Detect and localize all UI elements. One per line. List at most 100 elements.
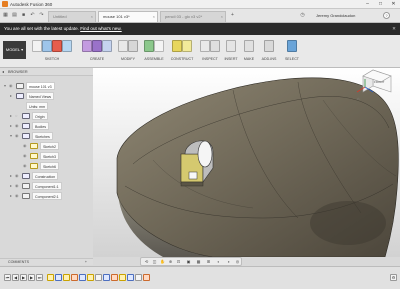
create-group[interactable]: CREATE	[80, 38, 114, 66]
maximize-icon[interactable]: □	[374, 0, 387, 9]
new-component-icon[interactable]	[144, 40, 154, 52]
visibility-icon[interactable]: ◉	[9, 83, 15, 89]
fit-icon[interactable]: ⊡	[175, 259, 182, 265]
undo-icon[interactable]: ↶	[29, 12, 36, 19]
viewports-icon[interactable]: ⊞	[205, 259, 212, 265]
timeline-extrude-feature[interactable]	[127, 274, 134, 281]
orbit-icon[interactable]: ⟲	[143, 259, 150, 265]
assemble-group[interactable]: ASSEMBLE	[142, 38, 166, 66]
box-icon[interactable]	[82, 40, 92, 52]
timeline-form-feature[interactable]	[79, 274, 86, 281]
modify-group[interactable]: MODIFY	[116, 38, 140, 66]
extrude-icon[interactable]	[92, 40, 102, 52]
timeline-shell-feature[interactable]	[111, 274, 118, 281]
grid-settings-icon[interactable]: ▦	[195, 259, 202, 265]
group-label: MAKE	[243, 57, 255, 61]
insert-icon[interactable]	[226, 40, 236, 52]
workspace-switcher[interactable]: MODEL ▾	[3, 41, 26, 59]
visibility-icon[interactable]: ◉	[15, 173, 21, 179]
interference-icon[interactable]	[210, 40, 220, 52]
tab-close-icon[interactable]: ×	[91, 12, 93, 22]
rectangle-icon[interactable]	[62, 40, 72, 52]
browser-tree: ▾ ◉ mouse 101 v3 ▸ Named Views Units: mm…	[0, 76, 93, 204]
expand-arrow-icon[interactable]: ▸	[10, 93, 15, 99]
tab-mouse[interactable]: mouse 101 v3* ×	[98, 11, 158, 22]
plane-icon[interactable]	[182, 40, 192, 52]
whats-new-link[interactable]: Find out what's new.	[80, 26, 121, 31]
visibility-icon[interactable]: ◉	[23, 163, 29, 169]
joint-icon[interactable]	[154, 40, 164, 52]
tab-pencil[interactable]: pencil 03 - glo v3 v2* ×	[160, 11, 226, 22]
pattern-icon[interactable]	[102, 40, 112, 52]
display-settings-icon[interactable]: ▣	[185, 259, 192, 265]
sketch-group[interactable]: SKETCH	[30, 38, 74, 66]
timeline-sketch-feature[interactable]	[63, 274, 70, 281]
select-icon[interactable]	[287, 40, 297, 52]
stop-sketch-icon[interactable]	[52, 40, 62, 52]
minimize-icon[interactable]: –	[361, 0, 374, 9]
timeline-sketch-feature[interactable]	[87, 274, 94, 281]
environment-icon[interactable]: ◐	[215, 259, 222, 265]
make-group[interactable]: MAKE	[242, 38, 256, 66]
object-visibility-icon[interactable]: ◎	[234, 259, 241, 265]
visibility-icon[interactable]: ◉	[23, 153, 29, 159]
insert-group[interactable]: INSERT	[224, 38, 238, 66]
save-icon[interactable]: ■	[20, 12, 27, 19]
timeline-sketch-feature[interactable]	[47, 274, 54, 281]
comments-panel[interactable]: COMMENTS +	[0, 258, 93, 265]
banner-close-icon[interactable]: ✕	[392, 23, 396, 35]
inspect-group[interactable]: INSPECT	[198, 38, 222, 66]
visibility-icon[interactable]: ◉	[15, 133, 21, 139]
sketch-icon[interactable]	[32, 40, 42, 52]
visibility-icon[interactable]: ◉	[15, 123, 21, 129]
timeline-sketch-feature[interactable]	[119, 274, 126, 281]
look-at-icon[interactable]: ◫	[151, 259, 158, 265]
job-status-icon[interactable]: ◷	[299, 12, 306, 19]
timeline-extrude-feature[interactable]	[55, 274, 62, 281]
timeline-fillet-feature[interactable]	[143, 274, 150, 281]
3d-print-icon[interactable]	[244, 40, 254, 52]
help-icon[interactable]: ?	[383, 12, 390, 19]
close-icon[interactable]: ✕	[387, 0, 400, 9]
select-group[interactable]: SELECT	[284, 38, 300, 66]
redo-icon[interactable]: ↷	[38, 12, 45, 19]
tab-close-icon[interactable]: ×	[153, 12, 155, 22]
measure-icon[interactable]	[200, 40, 210, 52]
browser-header[interactable]: ◂ BROWSER	[0, 68, 93, 76]
file-menu-icon[interactable]: ▤	[11, 12, 18, 19]
collapse-arrow-icon[interactable]: ◂	[2, 68, 4, 76]
line-icon[interactable]	[42, 40, 52, 52]
timeline-component-feature[interactable]	[95, 274, 102, 281]
add-comment-icon[interactable]: +	[85, 259, 87, 266]
tab-untitled[interactable]: Untitled ×	[48, 11, 96, 22]
visibility-icon[interactable]: ◉	[15, 183, 21, 189]
new-tab-icon[interactable]: +	[229, 12, 236, 19]
timeline-end-icon[interactable]: ⏭	[36, 274, 43, 281]
visibility-icon[interactable]: ◌	[15, 113, 21, 119]
visibility-icon[interactable]: ◉	[23, 143, 29, 149]
visibility-icon[interactable]: ◉	[15, 193, 21, 199]
timeline-prev-icon[interactable]: ◀	[12, 274, 19, 281]
scripts-icon[interactable]	[264, 40, 274, 52]
timeline-joint-feature[interactable]	[135, 274, 142, 281]
pan-icon[interactable]: ✋	[159, 259, 166, 265]
add-ins-group[interactable]: ADD-INS	[260, 38, 278, 66]
model-canvas[interactable]: FRONT ⌂	[93, 68, 400, 257]
zoom-icon[interactable]: ⊕	[167, 259, 174, 265]
timeline-play-icon[interactable]: ▶	[20, 274, 27, 281]
timeline-next-icon[interactable]: ▶	[28, 274, 35, 281]
tree-item-label: Named Views	[26, 92, 55, 100]
user-name[interactable]: Jeremy Grandclaudon	[316, 13, 355, 18]
tab-close-icon[interactable]: ×	[221, 12, 223, 22]
timeline-start-icon[interactable]: ⏮	[4, 274, 11, 281]
fillet-icon[interactable]	[128, 40, 138, 52]
offset-plane-icon[interactable]	[172, 40, 182, 52]
press-pull-icon[interactable]	[118, 40, 128, 52]
timeline-fillet-feature[interactable]	[71, 274, 78, 281]
timeline-extrude-feature[interactable]	[103, 274, 110, 281]
effects-icon[interactable]: ◑	[225, 259, 232, 265]
3d-viewport[interactable]: FRONT ⌂	[93, 68, 400, 257]
timeline-settings-icon[interactable]: ⚙	[390, 274, 397, 281]
construct-group[interactable]: CONSTRUCT	[170, 38, 194, 66]
data-panel-icon[interactable]: ▦	[2, 12, 9, 19]
